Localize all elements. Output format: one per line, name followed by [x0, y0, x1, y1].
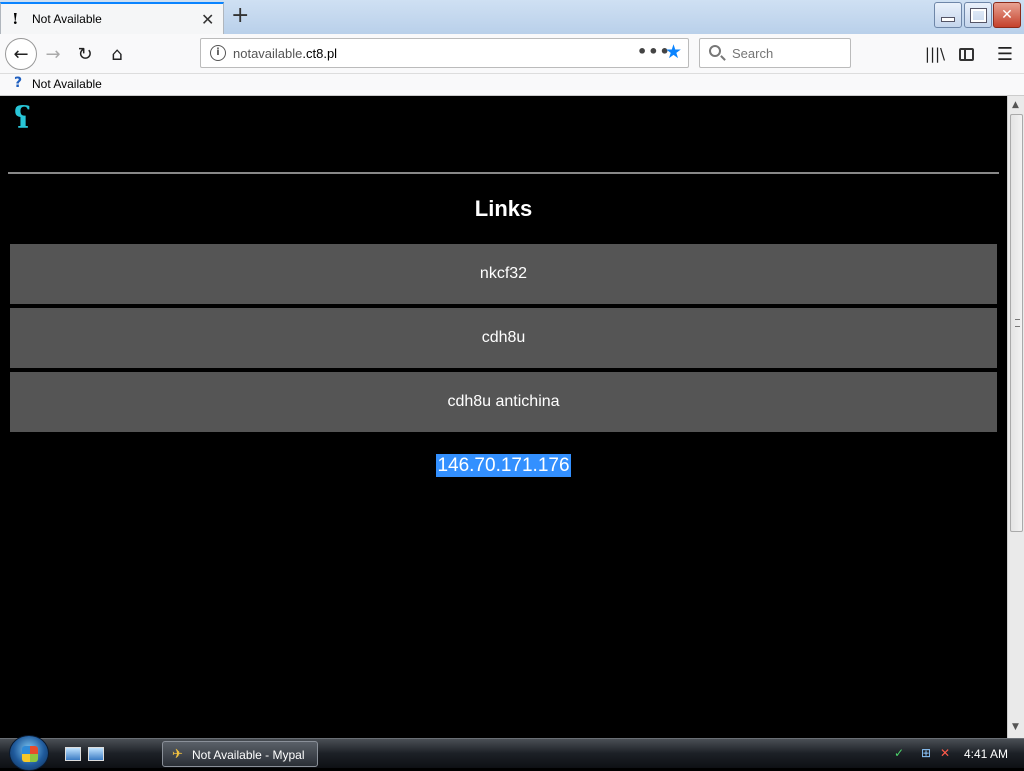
reload-button[interactable]: ↻ — [69, 38, 101, 70]
ip-address: 146.70.171.176 — [0, 454, 1007, 477]
close-icon: ✕ — [1001, 7, 1013, 23]
taskbar-window-label: Not Available - Mypal — [192, 748, 305, 762]
divider — [8, 172, 999, 174]
scrollbar-grip — [1015, 319, 1020, 327]
arrow-left-icon: ← — [13, 43, 29, 65]
url-text: notavailable.ct8.pl — [233, 46, 337, 61]
search-input[interactable] — [730, 45, 840, 62]
home-icon: ⌂ — [111, 43, 123, 65]
home-button[interactable]: ⌂ — [101, 38, 133, 70]
safely-remove-icon[interactable]: ✓ — [894, 746, 909, 761]
hamburger-menu-icon: ☰ — [996, 43, 1014, 65]
clock[interactable]: 4:41 AM — [964, 747, 1008, 761]
url-bar[interactable]: i notavailable.ct8.pl ••• ★ — [200, 38, 689, 68]
question-mark-logo-icon: ʕ — [14, 101, 31, 136]
url-host-prefix: notavailable — [233, 46, 303, 61]
bookmarks-toolbar: ? Not Available — [0, 74, 1024, 96]
volume-muted-icon[interactable]: ✕ — [940, 746, 955, 761]
new-tab-button[interactable]: + — [231, 3, 249, 28]
back-button[interactable]: ← — [5, 38, 37, 70]
ip-address-text: 146.70.171.176 — [436, 454, 571, 477]
forward-button[interactable]: → — [37, 38, 69, 70]
search-icon — [709, 45, 721, 57]
taskbar: ✈ Not Available - Mypal ✓ ⊞ ✕ 4:41 AM — [0, 735, 1024, 771]
system-tray: ✓ ⊞ ✕ 4:41 AM — [888, 739, 1024, 769]
question-mark-icon: ? — [14, 75, 23, 91]
library-icon: |||\ — [924, 45, 946, 63]
minimize-icon — [935, 3, 961, 27]
link-button-nkcf32[interactable]: nkcf32 — [10, 244, 997, 304]
info-icon[interactable]: i — [210, 45, 226, 61]
sidebar-icon — [958, 47, 974, 61]
scrollbar-thumb[interactable] — [1010, 114, 1023, 532]
link-button-cdh8u[interactable]: cdh8u — [10, 308, 997, 368]
start-button[interactable] — [9, 735, 49, 771]
taskbar-window-item[interactable]: ✈ Not Available - Mypal — [162, 741, 318, 767]
library-button[interactable]: |||\ — [919, 38, 951, 70]
page-content: ʕ Links nkcf32 cdh8u cdh8u antichina 146… — [0, 96, 1007, 738]
maximize-icon — [965, 3, 991, 27]
tab-title: Not Available — [32, 12, 102, 26]
bookmark-item[interactable]: Not Available — [32, 77, 102, 91]
show-desktop-icon[interactable] — [65, 747, 81, 761]
navigation-toolbar: ← → ↻ ⌂ i notavailable.ct8.pl ••• ★ |||\… — [0, 34, 1024, 74]
vertical-scrollbar[interactable]: ▲ ▼ — [1007, 96, 1024, 738]
exclamation-favicon-icon: ! — [12, 10, 19, 28]
arrow-right-icon: → — [45, 43, 61, 65]
switch-windows-icon[interactable] — [88, 747, 104, 761]
scroll-up-icon[interactable]: ▲ — [1012, 100, 1019, 110]
minimize-button[interactable] — [934, 2, 962, 28]
tab-strip: ! Not Available ✕ + ✕ — [0, 0, 1024, 34]
close-window-button[interactable]: ✕ — [993, 2, 1021, 28]
page-heading: Links — [474, 196, 533, 221]
maximize-button[interactable] — [964, 2, 992, 28]
network-icon[interactable]: ⊞ — [921, 746, 936, 761]
bookmark-star-icon[interactable]: ★ — [665, 41, 682, 63]
link-button-cdh8u-antichina[interactable]: cdh8u antichina — [10, 372, 997, 432]
menu-button[interactable]: ☰ — [989, 38, 1021, 70]
mypal-app-icon: ✈ — [172, 747, 183, 762]
tab-active[interactable]: ! Not Available ✕ — [0, 2, 224, 34]
tab-close-icon[interactable]: ✕ — [201, 10, 214, 29]
url-host-domain: .ct8.pl — [302, 46, 338, 61]
reload-icon: ↻ — [77, 43, 93, 65]
scroll-down-icon[interactable]: ▼ — [1012, 722, 1019, 732]
sidebar-button[interactable] — [950, 38, 982, 70]
search-bar[interactable] — [699, 38, 851, 68]
